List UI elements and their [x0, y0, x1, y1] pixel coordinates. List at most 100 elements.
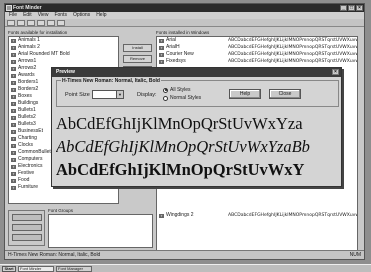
preview-dialog: Preview × H-Times New Roman: Normal, Ita…: [51, 67, 342, 187]
truetype-icon: T: [11, 122, 16, 127]
available-font-name: Boxes: [18, 93, 32, 99]
truetype-icon: T: [11, 185, 16, 190]
radio-normal-styles[interactable]: Normal Styles: [163, 95, 201, 101]
radio-all-styles[interactable]: All Styles: [163, 87, 191, 93]
preview-titlebar: Preview ×: [52, 68, 341, 77]
available-font-name: Electronics: [18, 163, 43, 169]
menu-edit[interactable]: Edit: [23, 12, 32, 19]
radio-normal-styles-dot[interactable]: [163, 95, 168, 101]
font-groups-label: Font Groups: [48, 208, 74, 213]
truetype-icon: T: [159, 45, 164, 50]
available-font-item[interactable]: T Arrows1: [9, 58, 118, 65]
close-dialog-button[interactable]: Close: [269, 89, 301, 99]
sample-normal: AbCdEfGhIjKlMnOpQrStUvWxYza: [56, 114, 303, 133]
installed-font-item[interactable]: T ArialH ABCDabcdEFGHefghIJKLijklMNOPmnopQ…: [157, 44, 357, 51]
available-font-name: Animals 2: [18, 44, 40, 50]
preview-options-frame: H-Times New Roman: Normal, Italic, Bold …: [56, 78, 339, 107]
display-label: Display:: [137, 92, 157, 98]
truetype-icon: T: [11, 143, 16, 148]
installed-font-sample: ABCDabcdEFGHefghIJKLijklMNOPmnopQRSTqrst…: [228, 38, 357, 43]
toolbar-preview-icon[interactable]: [57, 20, 65, 26]
available-font-name: Food: [18, 177, 30, 183]
available-font-name: CommonBullets: [18, 149, 54, 155]
installed-font-item[interactable]: T Wingdings 2 ABCDabcdEFGHefghIJKLijklMNOP…: [157, 212, 357, 219]
window-controls: _ □ ×: [340, 5, 363, 11]
minimize-button[interactable]: _: [340, 5, 347, 11]
menu-options[interactable]: Options: [73, 12, 90, 19]
installed-font-sample: ABCDabcdEFGHefghIJKLijklMNOPmnopQRSTqrst…: [228, 45, 357, 50]
status-num: NUM: [349, 252, 361, 258]
menu-help[interactable]: Help: [96, 12, 106, 19]
truetype-icon: T: [159, 38, 164, 43]
close-button[interactable]: ×: [356, 5, 363, 11]
truetype-icon: T: [11, 38, 16, 43]
app-title: Font Minder: [13, 5, 42, 11]
available-font-item[interactable]: T Arial Rounded MT Bold: [9, 51, 118, 58]
help-button[interactable]: Help: [229, 89, 261, 99]
radio-all-styles-label: All Styles: [170, 87, 191, 93]
taskbar-item-font-minder[interactable]: Font Minder: [18, 266, 54, 272]
remove-button[interactable]: Remove: [123, 55, 152, 63]
toolbar-install-icon[interactable]: [37, 20, 45, 26]
truetype-icon: T: [11, 73, 16, 78]
available-font-name: Awards: [18, 72, 35, 78]
chevron-down-icon[interactable]: ▼: [116, 91, 123, 98]
available-font-name: Clocks: [18, 142, 34, 148]
installed-font-name: Arial: [166, 37, 177, 43]
installed-font-item[interactable]: T Fixedsys ABCDabcdEFGHefghIJKLijklMNOPmno…: [157, 58, 357, 65]
install-button[interactable]: Install: [123, 44, 152, 52]
preview-close-icon[interactable]: ×: [332, 69, 339, 75]
installed-font-name: ArialH: [166, 44, 180, 50]
available-font-name: Computers: [18, 156, 43, 162]
installed-font-sample: ABCDabcdEFGHefghIJKLijklMNOPmnopQRSTqrst…: [228, 213, 357, 218]
available-font-item[interactable]: T Animals 1: [9, 37, 118, 44]
installed-font-sample: ABCDabcdEFGHefghIJKLijklMNOPmnopQRSTqrst…: [228, 52, 357, 57]
status-text: H-Times New Roman: Normal, Italic, Bold: [8, 252, 101, 258]
toolbar-remove-icon[interactable]: [47, 20, 55, 26]
truetype-icon: T: [11, 66, 16, 71]
installed-font-item[interactable]: T Arial ABCDabcdEFGHefghIJKLijklMNOPmnopQR…: [157, 37, 357, 44]
toolbar-print-icon[interactable]: [27, 20, 35, 26]
available-font-item[interactable]: T Animals 2: [9, 44, 118, 51]
point-size-select[interactable]: ▼: [92, 90, 124, 99]
available-font-name: Borders1: [18, 79, 39, 85]
truetype-icon: T: [11, 129, 16, 134]
menu-file[interactable]: File: [9, 12, 17, 19]
radio-normal-styles-label: Normal Styles: [170, 95, 202, 101]
truetype-icon: T: [11, 157, 16, 162]
installed-fonts-label: Fonts installed in Windows: [156, 30, 210, 35]
toolbar: [5, 19, 364, 27]
group-add-button[interactable]: [12, 214, 42, 221]
menu-view[interactable]: View: [38, 12, 49, 19]
group-edit-button[interactable]: [12, 224, 42, 231]
app-icon[interactable]: [6, 5, 12, 11]
taskbar: Start Font Minder Font Manager: [0, 264, 371, 272]
available-font-name: Charting: [18, 135, 37, 141]
installed-font-item[interactable]: T Courier New ABCDabcdEFGHefghIJKLijklMNOP…: [157, 51, 357, 58]
truetype-icon: T: [11, 115, 16, 120]
toolbar-open-icon[interactable]: [7, 20, 15, 26]
font-groups-list[interactable]: [48, 214, 153, 248]
sample-italic: AbCdEfGhIjKlMnOpQrStUvWxYzaBb: [56, 137, 310, 156]
installed-font-name: Fixedsys: [166, 58, 186, 64]
available-font-name: Bullets2: [18, 114, 36, 120]
sample-bold: AbCdEfGhIjKlMnOpQrStUvWxY: [56, 160, 305, 179]
menu-bar: File Edit View Fonts Options Help: [5, 12, 364, 19]
truetype-icon: T: [11, 178, 16, 183]
toolbar-save-icon[interactable]: [17, 20, 25, 26]
truetype-icon: T: [11, 101, 16, 106]
truetype-icon: T: [11, 45, 16, 50]
available-font-name: Arial Rounded MT Bold: [18, 51, 70, 57]
installed-font-item-hidden: [157, 205, 357, 212]
truetype-icon: T: [11, 80, 16, 85]
available-font-name: Buildings: [18, 100, 39, 106]
menu-fonts[interactable]: Fonts: [54, 12, 67, 19]
group-delete-button[interactable]: [12, 234, 42, 241]
truetype-icon: T: [159, 213, 164, 218]
maximize-button[interactable]: □: [348, 5, 355, 11]
available-font-name: Arrows2: [18, 65, 37, 71]
start-button[interactable]: Start: [2, 266, 16, 272]
radio-all-styles-dot[interactable]: [163, 87, 168, 93]
taskbar-item-font-manager[interactable]: Font Manager: [56, 266, 92, 272]
preview-sample-area: AbCdEfGhIjKlMnOpQrStUvWxYza AbCdEfGhIjKl…: [56, 112, 339, 185]
